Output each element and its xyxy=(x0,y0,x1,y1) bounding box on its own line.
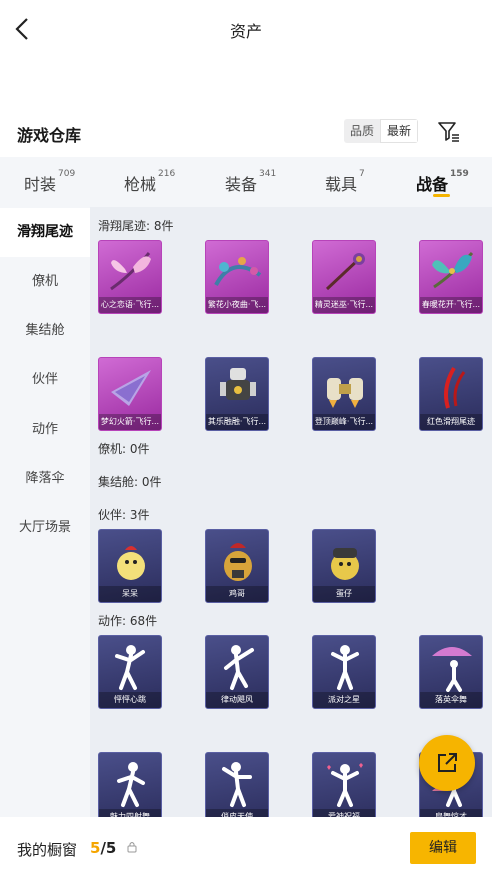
tab-count: 159 xyxy=(450,169,469,179)
item-name: 律动飓风 xyxy=(206,692,268,708)
rooster-icon xyxy=(224,543,252,581)
dancer-icon xyxy=(331,645,359,690)
item-card[interactable]: 梦幻火箭·飞行... xyxy=(98,357,162,431)
item-card[interactable]: 怦怦心跳 xyxy=(98,635,162,709)
filter-icon xyxy=(438,122,459,142)
section-title: 游戏仓库 xyxy=(17,126,82,145)
heart-dancer-icon xyxy=(327,763,363,807)
dancer-icon xyxy=(117,762,145,807)
item-name: 扇舞惊才 xyxy=(420,809,482,817)
share-button[interactable] xyxy=(419,735,475,791)
showcase-label: 我的橱窗 xyxy=(17,841,78,859)
item-card[interactable]: 精灵迷巫·飞行... xyxy=(312,240,376,314)
section-header: 游戏仓库 品质 最新 xyxy=(0,118,492,148)
tab-fashion[interactable]: 时装709 xyxy=(24,169,76,195)
sidebar: 滑翔尾迹 僚机 集结舱 伙伴 动作 降落伞 大厅场景 xyxy=(0,207,90,817)
rocket-trail-icon xyxy=(111,370,151,406)
wing-trail-icon xyxy=(110,252,151,291)
tab-count: 341 xyxy=(259,169,277,179)
active-tab-indicator xyxy=(433,194,450,197)
flower-trail-icon xyxy=(214,257,262,286)
tab-vehicles[interactable]: 载具7 xyxy=(325,169,365,195)
item-name: 红色滑翔尾迹 xyxy=(420,414,482,430)
item-card[interactable]: 俏皮天使 xyxy=(205,752,269,817)
showcase-count: 5/5 xyxy=(90,839,117,857)
item-card[interactable]: 春暖花开·飞行... xyxy=(419,240,483,314)
item-name: 繁花小夜曲·飞... xyxy=(206,297,268,313)
wand-trail-icon xyxy=(325,253,365,291)
category-tabs: 时装709 枪械216 装备341 载具7 战备159 xyxy=(0,157,492,207)
jetpack-trail-icon xyxy=(327,378,363,408)
item-name: 爱神祝福 xyxy=(313,809,375,817)
tab-count: 709 xyxy=(58,169,76,179)
lock-icon xyxy=(127,842,137,853)
sidebar-item-emote[interactable]: 动作 xyxy=(0,405,90,454)
item-name: 鸡哥 xyxy=(206,586,268,602)
item-card[interactable]: 派对之星 xyxy=(312,635,376,709)
edit-button[interactable]: 编辑 xyxy=(410,832,476,864)
tab-guns[interactable]: 枪械216 xyxy=(124,169,176,195)
item-card[interactable]: 魅力四射舞 xyxy=(98,752,162,817)
item-name: 心之恋语·飞行... xyxy=(99,297,161,313)
category-label-glide: 滑翔尾迹: 8件 xyxy=(98,219,174,233)
sidebar-item-wingman[interactable]: 僚机 xyxy=(0,257,90,306)
item-grid-area: 滑翔尾迹: 8件 心之恋语·飞行... 繁花小夜曲·飞... 精灵迷巫·飞行..… xyxy=(90,207,492,817)
item-name: 怦怦心跳 xyxy=(99,692,161,708)
sidebar-item-partner[interactable]: 伙伴 xyxy=(0,355,90,404)
red-trail-icon xyxy=(444,366,466,409)
showcase-bar: 我的橱窗 5/5 编辑 xyxy=(0,817,492,876)
category-label-partner: 伙伴: 3件 xyxy=(98,508,150,522)
sidebar-item-parachute[interactable]: 降落伞 xyxy=(0,454,90,503)
butterfly-trail-icon xyxy=(432,251,474,289)
item-name: 派对之星 xyxy=(313,692,375,708)
item-card[interactable]: 落英伞舞 xyxy=(419,635,483,709)
item-card[interactable]: 红色滑翔尾迹 xyxy=(419,357,483,431)
item-name: 春暖花开·飞行... xyxy=(420,297,482,313)
sort-newest-button[interactable]: 最新 xyxy=(380,119,419,143)
tab-count: 7 xyxy=(359,169,365,179)
sort-quality-button[interactable]: 品质 xyxy=(344,119,380,143)
filter-button[interactable] xyxy=(436,118,462,144)
item-card[interactable]: 律动飓风 xyxy=(205,635,269,709)
item-name: 梦幻火箭·飞行... xyxy=(99,414,161,430)
tab-supplies[interactable]: 战备159 xyxy=(416,169,469,195)
robot-trail-icon xyxy=(220,368,256,400)
umbrella-dancer-icon xyxy=(432,647,472,692)
tab-equipment[interactable]: 装备341 xyxy=(225,169,277,195)
egg-buddy-icon xyxy=(331,548,359,580)
item-name: 呆呆 xyxy=(99,586,161,602)
item-card[interactable]: 蛋仔 xyxy=(312,529,376,603)
dancer-icon xyxy=(115,645,145,690)
category-label-emote: 动作: 68件 xyxy=(98,614,158,628)
item-name: 魅力四射舞 xyxy=(99,809,161,817)
category-label-wingman: 僚机: 0件 xyxy=(98,442,150,456)
item-card[interactable]: 其乐融融·飞行... xyxy=(205,357,269,431)
dancer-icon xyxy=(224,645,254,690)
item-card[interactable]: 心之恋语·飞行... xyxy=(98,240,162,314)
tab-count: 216 xyxy=(158,169,176,179)
item-name: 俏皮天使 xyxy=(206,809,268,817)
item-card[interactable]: 繁花小夜曲·飞... xyxy=(205,240,269,314)
item-card[interactable]: 爱神祝福 xyxy=(312,752,376,817)
external-link-icon xyxy=(438,753,457,772)
sort-toggle: 品质 最新 xyxy=(344,119,419,143)
page-title: 资产 xyxy=(229,22,262,41)
sidebar-item-pod[interactable]: 集结舱 xyxy=(0,306,90,355)
chick-icon xyxy=(117,546,145,580)
item-card[interactable]: 登顶巅峰·飞行... xyxy=(312,357,376,431)
item-name: 落英伞舞 xyxy=(420,692,482,708)
item-name: 登顶巅峰·飞行... xyxy=(313,414,375,430)
top-bar: 资产 xyxy=(0,0,492,58)
dancer-icon xyxy=(222,762,252,807)
sidebar-item-glide-trail[interactable]: 滑翔尾迹 xyxy=(0,208,90,257)
sidebar-item-lobby-scene[interactable]: 大厅场景 xyxy=(0,503,90,552)
item-name: 其乐融融·飞行... xyxy=(206,414,268,430)
item-name: 精灵迷巫·飞行... xyxy=(313,297,375,313)
item-name: 蛋仔 xyxy=(313,586,375,602)
item-card[interactable]: 呆呆 xyxy=(98,529,162,603)
category-label-pod: 集结舱: 0件 xyxy=(98,475,162,489)
item-card[interactable]: 鸡哥 xyxy=(205,529,269,603)
